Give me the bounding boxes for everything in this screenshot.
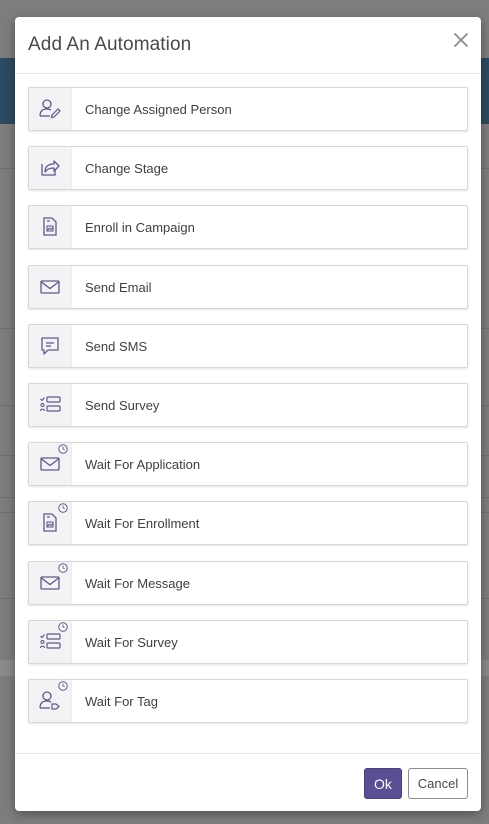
automation-icon-box bbox=[29, 443, 72, 485]
envelope-icon bbox=[40, 280, 60, 294]
automation-icon-box bbox=[29, 147, 72, 189]
automation-option[interactable]: Change Stage bbox=[28, 146, 468, 190]
modal-footer: Ok Cancel bbox=[15, 753, 481, 811]
modal-title: Add An Automation bbox=[28, 34, 192, 55]
add-automation-modal: Add An Automation Change Assigned Person… bbox=[15, 17, 481, 811]
clock-icon bbox=[58, 681, 68, 691]
automation-option[interactable]: Send Email bbox=[28, 265, 468, 309]
clock-icon bbox=[58, 622, 68, 632]
automation-icon-box bbox=[29, 621, 72, 663]
clock-icon bbox=[58, 503, 68, 513]
automation-icon-box bbox=[29, 88, 72, 130]
automation-icon-box bbox=[29, 562, 72, 604]
close-icon bbox=[454, 33, 468, 47]
automation-icon-box bbox=[29, 325, 72, 367]
automation-option[interactable]: Send SMS bbox=[28, 324, 468, 368]
ok-button[interactable]: Ok bbox=[364, 768, 402, 799]
automation-label: Send SMS bbox=[85, 339, 148, 354]
automation-option[interactable]: Wait For Application bbox=[28, 442, 468, 486]
automation-option[interactable]: Send Survey bbox=[28, 383, 468, 427]
automation-icon-box bbox=[29, 502, 72, 544]
user-tag-icon bbox=[39, 691, 60, 710]
document-image-icon bbox=[43, 513, 57, 532]
modal-header: Add An Automation bbox=[15, 17, 481, 74]
automation-icon-box bbox=[29, 680, 72, 722]
chat-message-icon bbox=[41, 337, 59, 355]
survey-form-icon bbox=[39, 396, 61, 412]
envelope-icon bbox=[40, 576, 60, 590]
clock-icon bbox=[58, 444, 68, 454]
automation-label: Wait For Message bbox=[85, 576, 190, 591]
automation-label: Wait For Application bbox=[85, 457, 201, 472]
document-image-icon bbox=[43, 217, 57, 236]
user-edit-icon bbox=[39, 99, 61, 119]
automation-label: Send Email bbox=[85, 280, 152, 295]
automation-label: Wait For Enrollment bbox=[85, 516, 200, 531]
automation-label: Wait For Tag bbox=[85, 694, 158, 709]
automation-label: Enroll in Campaign bbox=[85, 220, 195, 235]
automation-option[interactable]: Enroll in Campaign bbox=[28, 205, 468, 249]
automation-option[interactable]: Change Assigned Person bbox=[28, 87, 468, 131]
automation-icon-box bbox=[29, 384, 72, 426]
share-arrow-icon bbox=[41, 160, 60, 176]
automation-icon-box bbox=[29, 206, 72, 248]
survey-form-icon bbox=[39, 633, 61, 649]
automation-icon-box bbox=[29, 266, 72, 308]
automation-label: Wait For Survey bbox=[85, 635, 178, 650]
automation-option[interactable]: Wait For Enrollment bbox=[28, 501, 468, 545]
close-button[interactable] bbox=[451, 30, 471, 50]
clock-icon bbox=[58, 563, 68, 573]
automation-option[interactable]: Wait For Survey bbox=[28, 620, 468, 664]
cancel-button[interactable]: Cancel bbox=[408, 768, 468, 799]
envelope-icon bbox=[40, 457, 60, 471]
automation-label: Change Assigned Person bbox=[85, 102, 232, 117]
automation-option[interactable]: Wait For Tag bbox=[28, 679, 468, 723]
automation-label: Send Survey bbox=[85, 398, 160, 413]
automation-label: Change Stage bbox=[85, 161, 169, 176]
automation-option[interactable]: Wait For Message bbox=[28, 561, 468, 605]
